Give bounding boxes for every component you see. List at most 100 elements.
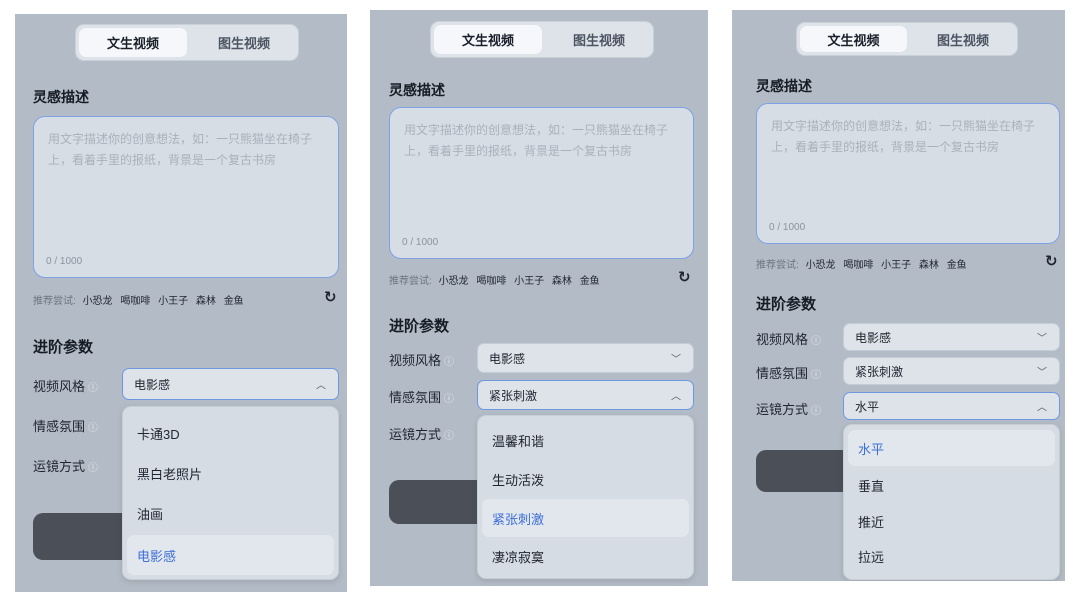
dropdown-option[interactable]: 推近 [848, 503, 1055, 539]
generate-button[interactable] [389, 480, 489, 524]
suggestions-prefix: 推荐尝试: [756, 260, 799, 271]
info-icon: ⓘ [444, 357, 455, 368]
suggestion-tag[interactable]: 喝咖啡 [476, 276, 506, 287]
refresh-icon[interactable]: ↻ [324, 288, 337, 306]
advanced-title: 进阶参数 [33, 339, 94, 356]
mode-switch: 文生视频 图生视频 [796, 22, 1018, 56]
info-icon: ⓘ [811, 336, 822, 347]
suggestion-tag[interactable]: 金鱼 [580, 276, 600, 287]
info-icon: ⓘ [88, 423, 99, 434]
suggestion-tag[interactable]: 金鱼 [224, 296, 244, 307]
char-count: 0 / 1000 [769, 222, 806, 233]
suggestion-tag[interactable]: 喝咖啡 [843, 260, 873, 271]
dropdown-option-selected[interactable]: 水平 [848, 430, 1055, 466]
panel-3: 文生视频 图生视频 灵感描述 用文字描述你的创意想法，如：一只熊猫坐在椅子上，看… [732, 10, 1065, 581]
prompt-textarea[interactable]: 用文字描述你的创意想法，如：一只熊猫坐在椅子上，看着手里的报纸，背景是一个复古书… [33, 116, 339, 278]
camera-value: 水平 [855, 399, 880, 414]
camera-label: 运镜方式 ⓘ [33, 459, 99, 474]
tab-text-to-video[interactable]: 文生视频 [434, 25, 542, 54]
camera-label: 运镜方式 ⓘ [389, 427, 455, 442]
mood-select[interactable]: 紧张刺激 ︿ [477, 380, 694, 410]
video-style-value: 电影感 [134, 377, 171, 392]
video-style-label: 视频风格 ⓘ [33, 379, 99, 394]
dropdown-option[interactable]: 生动活泼 [482, 461, 689, 497]
suggestion-tag[interactable]: 森林 [552, 276, 572, 287]
advanced-title: 进阶参数 [756, 296, 817, 313]
dropdown-option-selected[interactable]: 电影感 [127, 535, 334, 575]
info-icon: ⓘ [88, 383, 99, 394]
camera-select[interactable]: 水平 ︿ [843, 392, 1060, 420]
suggestions-prefix: 推荐尝试: [33, 296, 76, 307]
dropdown-option[interactable]: 油画 [127, 495, 334, 531]
chevron-up-icon: ︿ [671, 391, 681, 403]
suggestion-tag[interactable]: 小恐龙 [83, 296, 113, 307]
refresh-icon[interactable]: ↻ [1045, 252, 1058, 270]
chevron-down-icon: ﹀ [671, 354, 681, 366]
suggestions: 推荐尝试: 小恐龙 喝咖啡 小王子 森林 金鱼 [389, 272, 605, 287]
dropdown-option[interactable]: 拉远 [848, 538, 1055, 574]
refresh-icon[interactable]: ↻ [678, 268, 691, 286]
info-icon: ⓘ [88, 463, 99, 474]
mood-value: 紧张刺激 [855, 364, 904, 379]
suggestion-tag[interactable]: 喝咖啡 [120, 296, 150, 307]
generate-button[interactable] [33, 513, 133, 560]
info-icon: ⓘ [444, 431, 455, 442]
info-icon: ⓘ [811, 406, 822, 417]
char-count: 0 / 1000 [402, 237, 439, 248]
chevron-down-icon: ﹀ [1037, 367, 1047, 379]
mood-label: 情感氛围 ⓘ [389, 390, 455, 405]
video-style-select[interactable]: 电影感 ︿ [122, 368, 339, 400]
suggestions: 推荐尝试: 小恐龙 喝咖啡 小王子 森林 金鱼 [756, 256, 972, 271]
panel-1: 文生视频 图生视频 灵感描述 用文字描述你的创意想法，如：一只熊猫坐在椅子上，看… [15, 14, 347, 592]
mood-dropdown: 温馨和谐 生动活泼 紧张刺激 凄凉寂寞 [477, 415, 694, 579]
dropdown-option[interactable]: 垂直 [848, 467, 1055, 503]
mode-switch: 文生视频 图生视频 [75, 24, 299, 61]
video-style-select[interactable]: 电影感 ﹀ [477, 343, 694, 373]
mood-select[interactable]: 紧张刺激 ﹀ [843, 357, 1060, 385]
chevron-down-icon: ﹀ [1037, 333, 1047, 345]
chevron-up-icon: ︿ [1037, 402, 1047, 414]
suggestions: 推荐尝试: 小恐龙 喝咖啡 小王子 森林 金鱼 [33, 292, 249, 307]
inspiration-label: 灵感描述 [389, 82, 445, 98]
suggestion-tag[interactable]: 小恐龙 [439, 276, 469, 287]
tab-text-to-video[interactable]: 文生视频 [79, 28, 187, 57]
chevron-up-icon: ︿ [316, 380, 326, 392]
dropdown-option[interactable]: 温馨和谐 [482, 422, 689, 458]
video-style-value: 电影感 [855, 330, 892, 345]
dropdown-option[interactable]: 凄凉寂寞 [482, 538, 689, 574]
suggestion-tag[interactable]: 小王子 [158, 296, 188, 307]
suggestions-prefix: 推荐尝试: [389, 276, 432, 287]
video-style-value: 电影感 [489, 351, 526, 366]
camera-label: 运镜方式 ⓘ [756, 402, 822, 417]
dropdown-option[interactable]: 卡通3D [127, 415, 334, 451]
video-style-dropdown: 卡通3D 黑白老照片 油画 电影感 [122, 406, 339, 580]
dropdown-option[interactable]: 黑白老照片 [127, 455, 334, 491]
advanced-title: 进阶参数 [389, 318, 450, 335]
suggestion-tag[interactable]: 小王子 [514, 276, 544, 287]
mood-label: 情感氛围 ⓘ [33, 419, 99, 434]
prompt-textarea[interactable]: 用文字描述你的创意想法，如：一只熊猫坐在椅子上，看着手里的报纸，背景是一个复古书… [756, 103, 1060, 244]
panel-2: 文生视频 图生视频 灵感描述 用文字描述你的创意想法，如：一只熊猫坐在椅子上，看… [370, 10, 708, 586]
video-style-label: 视频风格 ⓘ [389, 353, 455, 368]
suggestion-tag[interactable]: 金鱼 [947, 260, 967, 271]
tab-text-to-video[interactable]: 文生视频 [800, 26, 907, 52]
inspiration-label: 灵感描述 [33, 89, 89, 105]
suggestion-tag[interactable]: 森林 [196, 296, 216, 307]
generate-button[interactable] [756, 450, 856, 492]
dropdown-option-selected[interactable]: 紧张刺激 [482, 499, 689, 537]
suggestion-tag[interactable]: 小王子 [881, 260, 911, 271]
prompt-placeholder: 用文字描述你的创意想法，如：一只熊猫坐在椅子上，看着手里的报纸，背景是一个复古书… [404, 123, 669, 158]
tab-image-to-video[interactable]: 图生视频 [910, 26, 1016, 52]
mood-value: 紧张刺激 [489, 388, 538, 403]
info-icon: ⓘ [811, 370, 822, 381]
video-style-select[interactable]: 电影感 ﹀ [843, 323, 1060, 351]
tab-image-to-video[interactable]: 图生视频 [545, 25, 653, 54]
prompt-textarea[interactable]: 用文字描述你的创意想法，如：一只熊猫坐在椅子上，看着手里的报纸，背景是一个复古书… [389, 107, 694, 259]
suggestion-tag[interactable]: 小恐龙 [806, 260, 836, 271]
tab-image-to-video[interactable]: 图生视频 [190, 28, 298, 57]
char-count: 0 / 1000 [46, 256, 83, 267]
inspiration-label: 灵感描述 [756, 78, 812, 94]
video-style-label: 视频风格 ⓘ [756, 332, 822, 347]
mode-switch: 文生视频 图生视频 [430, 21, 654, 58]
suggestion-tag[interactable]: 森林 [919, 260, 939, 271]
